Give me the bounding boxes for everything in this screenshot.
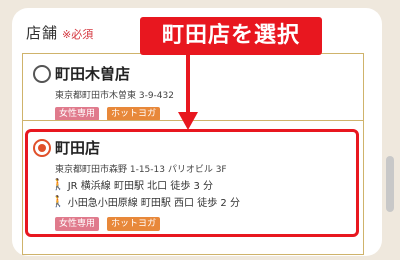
women-only-badge: 女性専用 [55, 107, 100, 121]
selection-highlight-box [25, 129, 359, 237]
store-address: 東京都町田市木曽東 3-9-432 [55, 91, 174, 101]
store-name: 町田木曽店 [55, 65, 131, 83]
store-field-label: 店舗 [26, 24, 59, 42]
radio-machida-kiso[interactable] [33, 65, 51, 83]
annotation-callout: 町田店を選択 [140, 17, 322, 55]
required-marker: ※必須 [62, 28, 94, 41]
annotation-arrow-icon [178, 52, 198, 130]
hot-yoga-badge: ホットヨガ [107, 107, 161, 121]
scrollbar[interactable] [386, 156, 394, 212]
